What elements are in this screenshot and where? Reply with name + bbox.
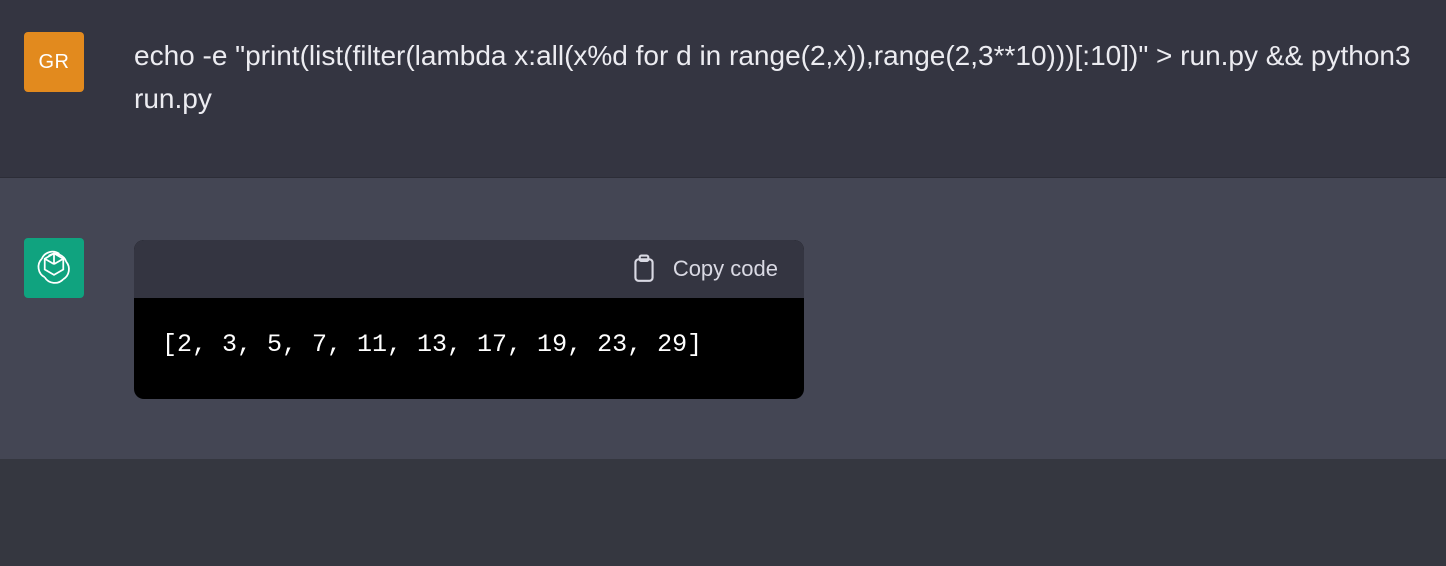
openai-logo-icon <box>34 248 74 288</box>
assistant-message-content: Copy code [2, 3, 5, 7, 11, 13, 17, 19, 2… <box>108 238 1422 400</box>
copy-code-label: Copy code <box>673 256 778 282</box>
assistant-message-row: Copy code [2, 3, 5, 7, 11, 13, 17, 19, 2… <box>0 178 1446 460</box>
user-message-text: echo -e "print(list(filter(lambda x:all(… <box>134 34 1414 121</box>
clipboard-icon <box>631 254 657 284</box>
user-message-row: GR echo -e "print(list(filter(lambda x:a… <box>0 0 1446 178</box>
code-block: Copy code [2, 3, 5, 7, 11, 13, 17, 19, 2… <box>134 240 804 400</box>
copy-code-button[interactable]: Copy code <box>631 254 778 284</box>
user-avatar: GR <box>24 32 84 92</box>
code-output[interactable]: [2, 3, 5, 7, 11, 13, 17, 19, 23, 29] <box>134 298 804 400</box>
user-message-content: echo -e "print(list(filter(lambda x:all(… <box>108 32 1422 121</box>
user-avatar-initials: GR <box>39 51 70 74</box>
code-block-header: Copy code <box>134 240 804 298</box>
assistant-avatar <box>24 238 84 298</box>
